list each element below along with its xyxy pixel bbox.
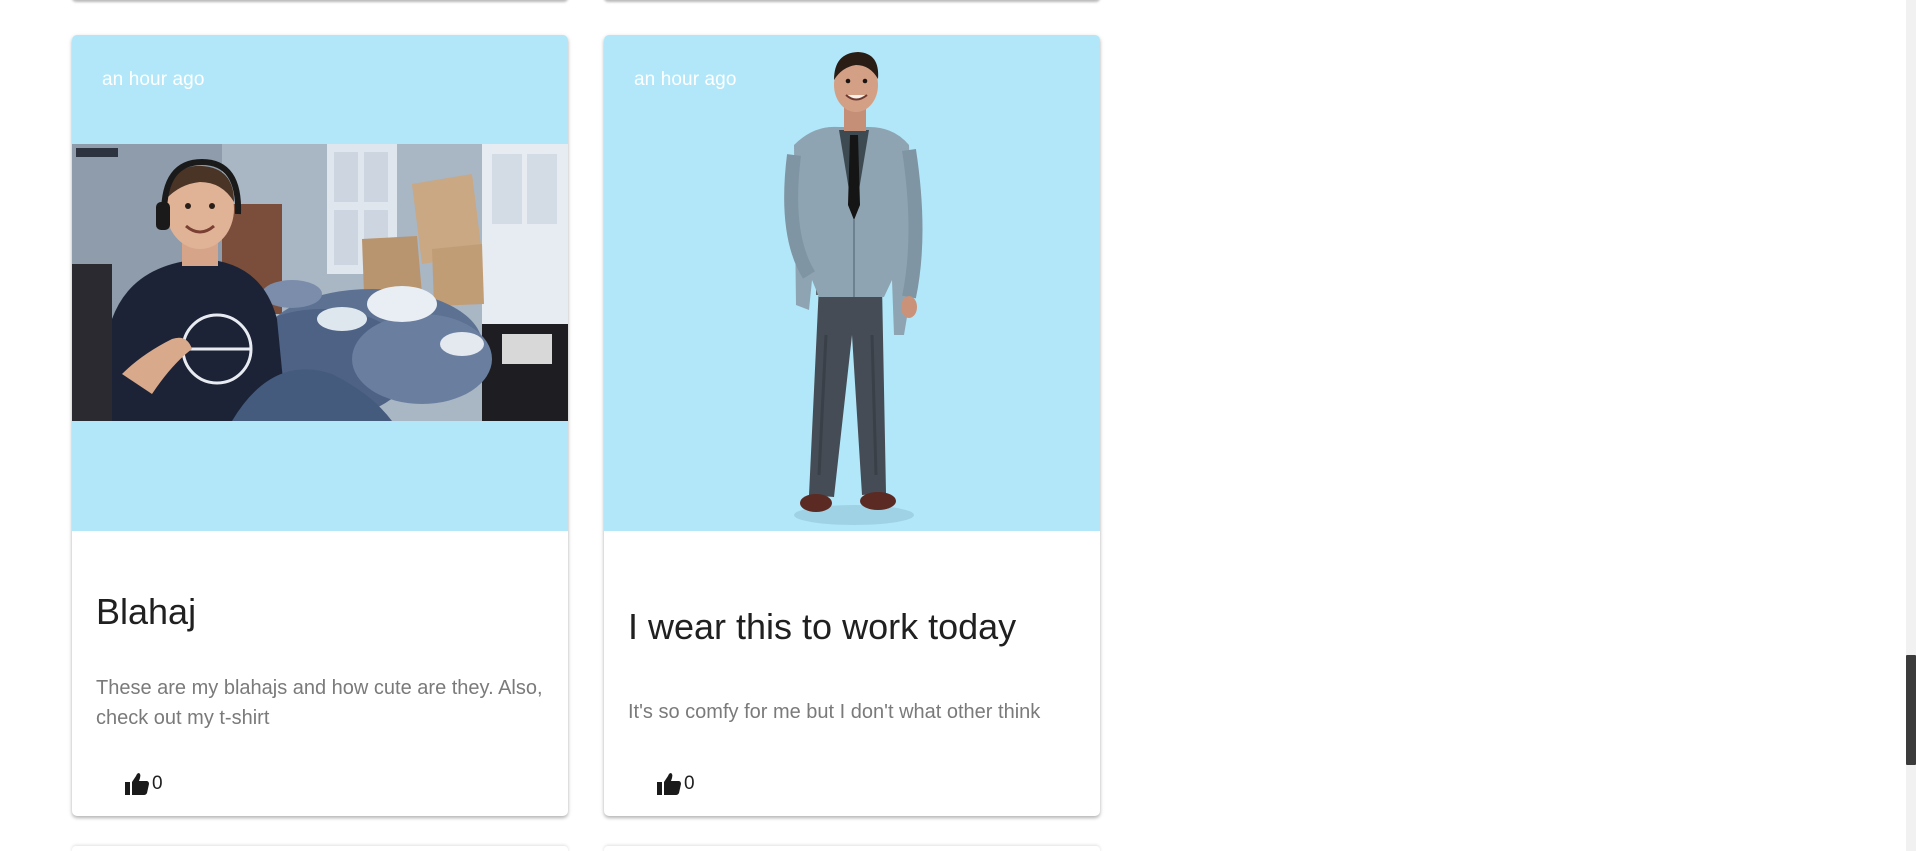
next-post-card[interactable] xyxy=(604,846,1100,851)
like-count: 0 xyxy=(684,773,695,794)
post-photo xyxy=(784,52,923,525)
thumbs-up-icon[interactable] xyxy=(656,772,682,796)
post-timestamp: an hour ago xyxy=(102,69,205,90)
post-photo xyxy=(72,144,568,421)
vertical-scrollbar[interactable] xyxy=(1906,0,1916,851)
next-post-card[interactable] xyxy=(72,846,568,851)
post-timestamp: an hour ago xyxy=(634,69,737,90)
post-card[interactable]: an hour ago I wear this to work today It… xyxy=(604,35,1100,816)
post-media[interactable]: an hour ago xyxy=(604,35,1100,531)
post-title: Blahaj xyxy=(96,591,197,632)
post-description: These are my blahajs and how cute are th… xyxy=(96,677,543,729)
like-button[interactable]: 0 xyxy=(124,768,163,800)
post-description: It's so comfy for me but I don't what ot… xyxy=(628,701,1041,723)
post-media[interactable]: an hour ago xyxy=(72,35,568,531)
like-count: 0 xyxy=(152,773,163,794)
post-title: I wear this to work today xyxy=(628,606,1017,647)
post-feed: an hour ago Blahaj These are my blahajs … xyxy=(0,0,1916,851)
scrollbar-thumb[interactable] xyxy=(1906,655,1916,765)
thumbs-up-icon[interactable] xyxy=(124,772,150,796)
post-card[interactable]: an hour ago Blahaj These are my blahajs … xyxy=(72,35,568,816)
like-button[interactable]: 0 xyxy=(656,768,695,800)
